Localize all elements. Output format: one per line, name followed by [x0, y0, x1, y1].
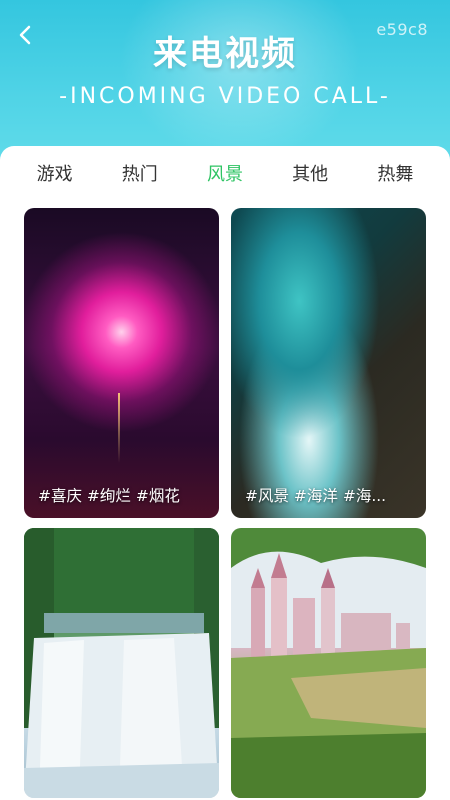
- tab-games[interactable]: 游戏: [29, 154, 81, 192]
- tab-dance[interactable]: 热舞: [369, 154, 421, 192]
- firework-trail: [118, 393, 120, 463]
- page-subtitle: -INCOMING VIDEO CALL-: [59, 84, 391, 109]
- video-tags: #风景 #海洋 #海...: [245, 487, 387, 505]
- content-sheet: 游戏 热门 风景 其他 热舞 #喜庆 #绚烂 #烟花 #风景 #海洋 #海...: [0, 146, 450, 800]
- category-tabs: 游戏 热门 风景 其他 热舞: [0, 146, 450, 200]
- video-tags: #喜庆 #绚烂 #烟花: [38, 487, 180, 505]
- header: e59c8 来电视频 -INCOMING VIDEO CALL-: [0, 0, 450, 170]
- video-card-castle[interactable]: [231, 528, 426, 798]
- castle-image: [231, 528, 426, 798]
- video-card-ocean[interactable]: #风景 #海洋 #海...: [231, 208, 426, 518]
- tab-scenery[interactable]: 风景: [199, 154, 251, 192]
- waterfall-image: [24, 528, 219, 798]
- header-glow: [120, 0, 360, 160]
- page-title: 来电视频: [153, 34, 297, 74]
- tab-other[interactable]: 其他: [284, 154, 336, 192]
- video-card-fireworks[interactable]: #喜庆 #绚烂 #烟花: [24, 208, 219, 518]
- tab-hot[interactable]: 热门: [114, 154, 166, 192]
- video-card-waterfall[interactable]: [24, 528, 219, 798]
